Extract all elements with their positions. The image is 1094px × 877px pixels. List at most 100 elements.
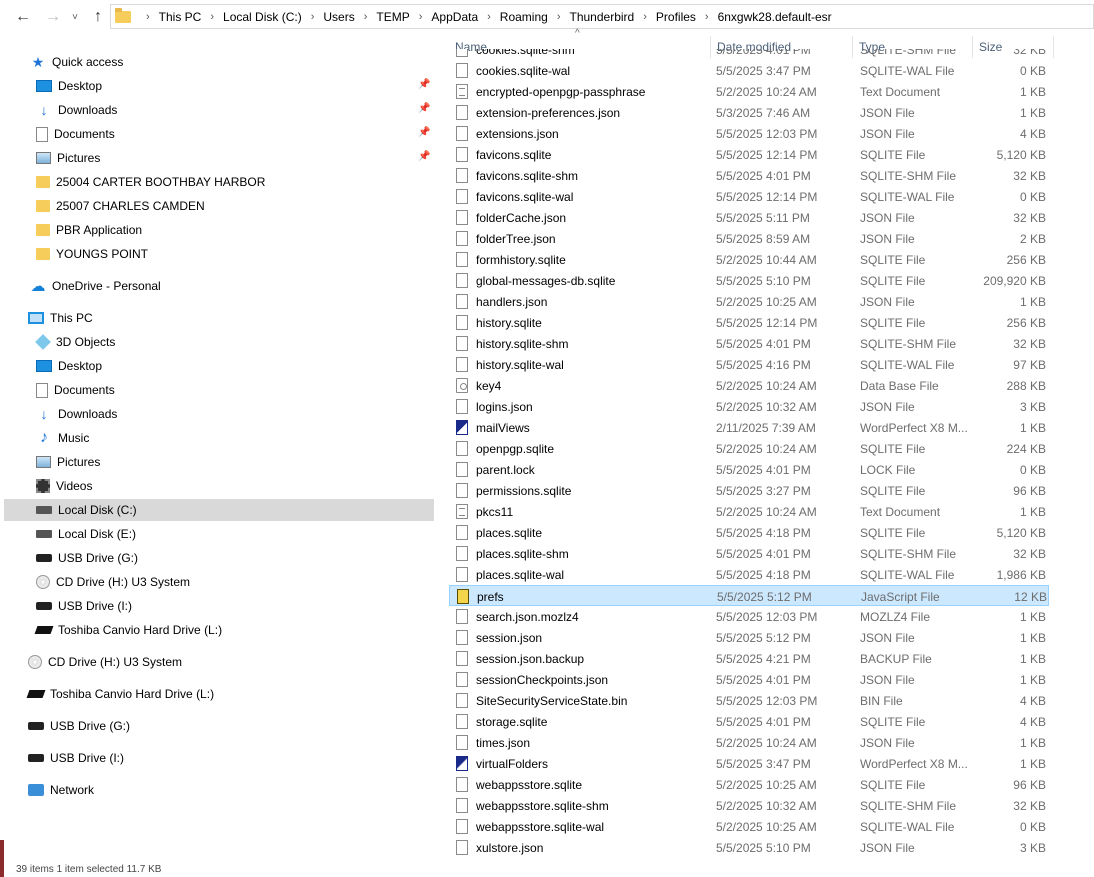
file-row[interactable]: prefs 5/5/2025 5:12 PM JavaScript File 12 K… (449, 585, 1049, 606)
sidebar-item[interactable]: Local Disk (E:) (36, 523, 136, 545)
file-row[interactable]: cookies.sqlite-shm 5/5/2025 4:01 PM SQLITE… (449, 49, 1049, 60)
breadcrumb-item[interactable]: Roaming (500, 10, 548, 24)
file-row[interactable]: history.sqlite-shm 5/5/2025 4:01 PM SQLITE… (449, 333, 1049, 354)
breadcrumb-chevron-icon[interactable]: › (210, 11, 214, 23)
sidebar-item[interactable]: 25007 CHARLES CAMDEN (36, 195, 205, 217)
file-row[interactable]: search.json.mozlz4 5/5/2025 12:03 PM MOZLZ… (449, 606, 1049, 627)
sidebar-item[interactable]: 25004 CARTER BOOTHBAY HARBOR (36, 171, 265, 193)
file-row[interactable]: permissions.sqlite 5/5/2025 3:27 PM SQLITE… (449, 480, 1049, 501)
file-row[interactable]: cookies.sqlite-wal 5/5/2025 3:47 PM SQLITE… (449, 60, 1049, 81)
file-name: cookies.sqlite-shm (476, 49, 575, 57)
file-row[interactable]: places.sqlite 5/5/2025 4:18 PM SQLITE File… (449, 522, 1049, 543)
file-row[interactable]: formhistory.sqlite 5/2/2025 10:44 AM SQLIT… (449, 249, 1049, 270)
file-row[interactable]: openpgp.sqlite 5/2/2025 10:24 AM SQLITE Fi… (449, 438, 1049, 459)
sidebar-item[interactable]: CD Drive (H:) U3 System (28, 651, 182, 673)
breadcrumb-chevron-icon[interactable]: › (705, 11, 709, 23)
scrollbar-area[interactable] (1054, 36, 1094, 877)
file-row[interactable]: handlers.json 5/2/2025 10:25 AM JSON File 1… (449, 291, 1049, 312)
sidebar-item[interactable]: ★ Quick access (30, 51, 124, 73)
back-arrow-icon[interactable]: ← (12, 6, 34, 28)
file-row[interactable]: virtualFolders 5/5/2025 3:47 PM WordPerfec… (449, 753, 1049, 774)
file-row[interactable]: history.sqlite 5/5/2025 12:14 PM SQLITE Fi… (449, 312, 1049, 333)
sidebar-item[interactable]: 3D Objects (35, 331, 115, 353)
breadcrumb-item[interactable]: TEMP (376, 10, 409, 24)
breadcrumb-chevron-icon[interactable]: › (643, 11, 647, 23)
file-row[interactable]: SiteSecurityServiceState.bin 5/5/2025 12:… (449, 690, 1049, 711)
file-row[interactable]: times.json 5/2/2025 10:24 AM JSON File 1 KB (449, 732, 1049, 753)
file-row[interactable]: history.sqlite-wal 5/5/2025 4:16 PM SQLITE… (449, 354, 1049, 375)
file-row[interactable]: parent.lock 5/5/2025 4:01 PM LOCK File 0 KB (449, 459, 1049, 480)
sidebar-item[interactable]: This PC (28, 307, 93, 329)
breadcrumb-chevron-icon[interactable]: › (146, 11, 150, 23)
sidebar-item[interactable]: Desktop (36, 75, 102, 97)
file-type-icon (456, 816, 472, 837)
sidebar-item[interactable]: Network (28, 779, 94, 801)
file-row[interactable]: folderTree.json 5/5/2025 8:59 AM JSON File… (449, 228, 1049, 249)
file-icon (456, 567, 468, 582)
sidebar-item[interactable]: ↓ Downloads (36, 99, 118, 121)
breadcrumb-chevron-icon[interactable]: › (557, 11, 561, 23)
file-name: webappsstore.sqlite-wal (476, 819, 605, 834)
file-row[interactable]: extension-preferences.json 5/3/2025 7:46 … (449, 102, 1049, 123)
sidebar-item[interactable]: PBR Application (36, 219, 142, 241)
file-row[interactable]: webappsstore.sqlite-wal 5/2/2025 10:25 AM… (449, 816, 1049, 837)
breadcrumb-item[interactable]: Local Disk (C:) (223, 10, 302, 24)
sidebar-item[interactable]: Toshiba Canvio Hard Drive (L:) (26, 683, 214, 705)
sidebar-item[interactable]: Pictures (36, 147, 100, 169)
file-row[interactable]: xulstore.json 5/5/2025 5:10 PM JSON File 3 … (449, 837, 1049, 858)
file-row[interactable]: places.sqlite-wal 5/5/2025 4:18 PM SQLITE-… (449, 564, 1049, 585)
file-row[interactable]: webappsstore.sqlite 5/2/2025 10:25 AM SQLI… (449, 774, 1049, 795)
file-row[interactable]: encrypted-openpgp-passphrase 5/2/2025 10:… (449, 81, 1049, 102)
file-row[interactable]: session.json.backup 5/5/2025 4:21 PM BACKU… (449, 648, 1049, 669)
file-row[interactable]: places.sqlite-shm 5/5/2025 4:01 PM SQLITE-… (449, 543, 1049, 564)
sidebar-item[interactable]: Videos (36, 475, 92, 497)
file-row[interactable]: folderCache.json 5/5/2025 5:11 PM JSON Fil… (449, 207, 1049, 228)
file-row[interactable]: global-messages-db.sqlite 5/5/2025 5:10 P… (449, 270, 1049, 291)
sidebar-item[interactable]: Documents (36, 123, 115, 145)
file-row[interactable]: mailViews 2/11/2025 7:39 AM WordPerfect X8… (449, 417, 1049, 438)
address-bar[interactable]: › This PC › Local Disk (C:) › Users › TEMP › AppD… (110, 4, 1094, 29)
file-row[interactable]: sessionCheckpoints.json 5/5/2025 4:01 PM J… (449, 669, 1049, 690)
sidebar-item[interactable]: CD Drive (H:) U3 System (36, 571, 190, 593)
file-row[interactable]: storage.sqlite 5/5/2025 4:01 PM SQLITE Fil… (449, 711, 1049, 732)
sidebar-item[interactable]: Desktop (36, 355, 102, 377)
breadcrumb-chevron-icon[interactable]: › (311, 11, 315, 23)
breadcrumb-item[interactable]: 6nxgwk28.default-esr (718, 10, 832, 24)
file-row[interactable]: webappsstore.sqlite-shm 5/2/2025 10:32 AM… (449, 795, 1049, 816)
file-row[interactable]: logins.json 5/2/2025 10:32 AM JSON File 3 K… (449, 396, 1049, 417)
file-row[interactable]: pkcs11 5/2/2025 10:24 AM Text Document 1 KB (449, 501, 1049, 522)
forward-arrow-icon[interactable]: → (42, 6, 64, 28)
breadcrumb-item[interactable]: AppData (431, 10, 478, 24)
file-type-icon (456, 396, 472, 417)
sidebar-item[interactable]: Local Disk (C:) (4, 499, 434, 521)
sidebar-item[interactable]: ↓ Downloads (36, 403, 118, 425)
file-row[interactable]: extensions.json 5/5/2025 12:03 PM JSON Fil… (449, 123, 1049, 144)
sidebar-item[interactable]: Documents (36, 379, 115, 401)
breadcrumb-chevron-icon[interactable]: › (419, 11, 423, 23)
sidebar-item[interactable]: ☁ OneDrive - Personal (30, 275, 161, 297)
breadcrumb-chevron-icon[interactable]: › (487, 11, 491, 23)
sidebar-item[interactable]: USB Drive (I:) (28, 747, 124, 769)
file-size: 0 KB (1019, 63, 1046, 78)
sidebar-item[interactable]: USB Drive (G:) (28, 715, 130, 737)
sidebar-item[interactable]: ♪ Music (36, 427, 89, 449)
download-arrow-icon: ↓ (40, 102, 48, 118)
sidebar-item[interactable]: USB Drive (G:) (36, 547, 138, 569)
sidebar-item[interactable]: Toshiba Canvio Hard Drive (L:) (34, 619, 222, 641)
sidebar-item[interactable]: Pictures (36, 451, 100, 473)
breadcrumb-item[interactable]: This PC (159, 10, 202, 24)
file-row[interactable]: favicons.sqlite-shm 5/5/2025 4:01 PM SQLIT… (449, 165, 1049, 186)
file-row[interactable]: favicons.sqlite-wal 5/5/2025 12:14 PM SQLI… (449, 186, 1049, 207)
wordperfect-file-icon (456, 420, 468, 435)
breadcrumb-item[interactable]: Users (323, 10, 354, 24)
breadcrumb-chevron-icon[interactable]: › (364, 11, 368, 23)
sidebar-item[interactable]: YOUNGS POINT (36, 243, 148, 265)
breadcrumb-item[interactable]: Thunderbird (570, 10, 635, 24)
up-arrow-icon[interactable]: ↑ (87, 6, 109, 28)
sidebar-item[interactable]: USB Drive (I:) (36, 595, 132, 617)
file-row[interactable]: favicons.sqlite 5/5/2025 12:14 PM SQLITE F… (449, 144, 1049, 165)
file-row[interactable]: session.json 5/5/2025 5:12 PM JSON File 1 K… (449, 627, 1049, 648)
breadcrumb-item[interactable]: Profiles (656, 10, 696, 24)
file-row[interactable]: key4 5/2/2025 10:24 AM Data Base File 288 K… (449, 375, 1049, 396)
recent-locations-chevron-icon[interactable]: ˅ (64, 6, 86, 28)
